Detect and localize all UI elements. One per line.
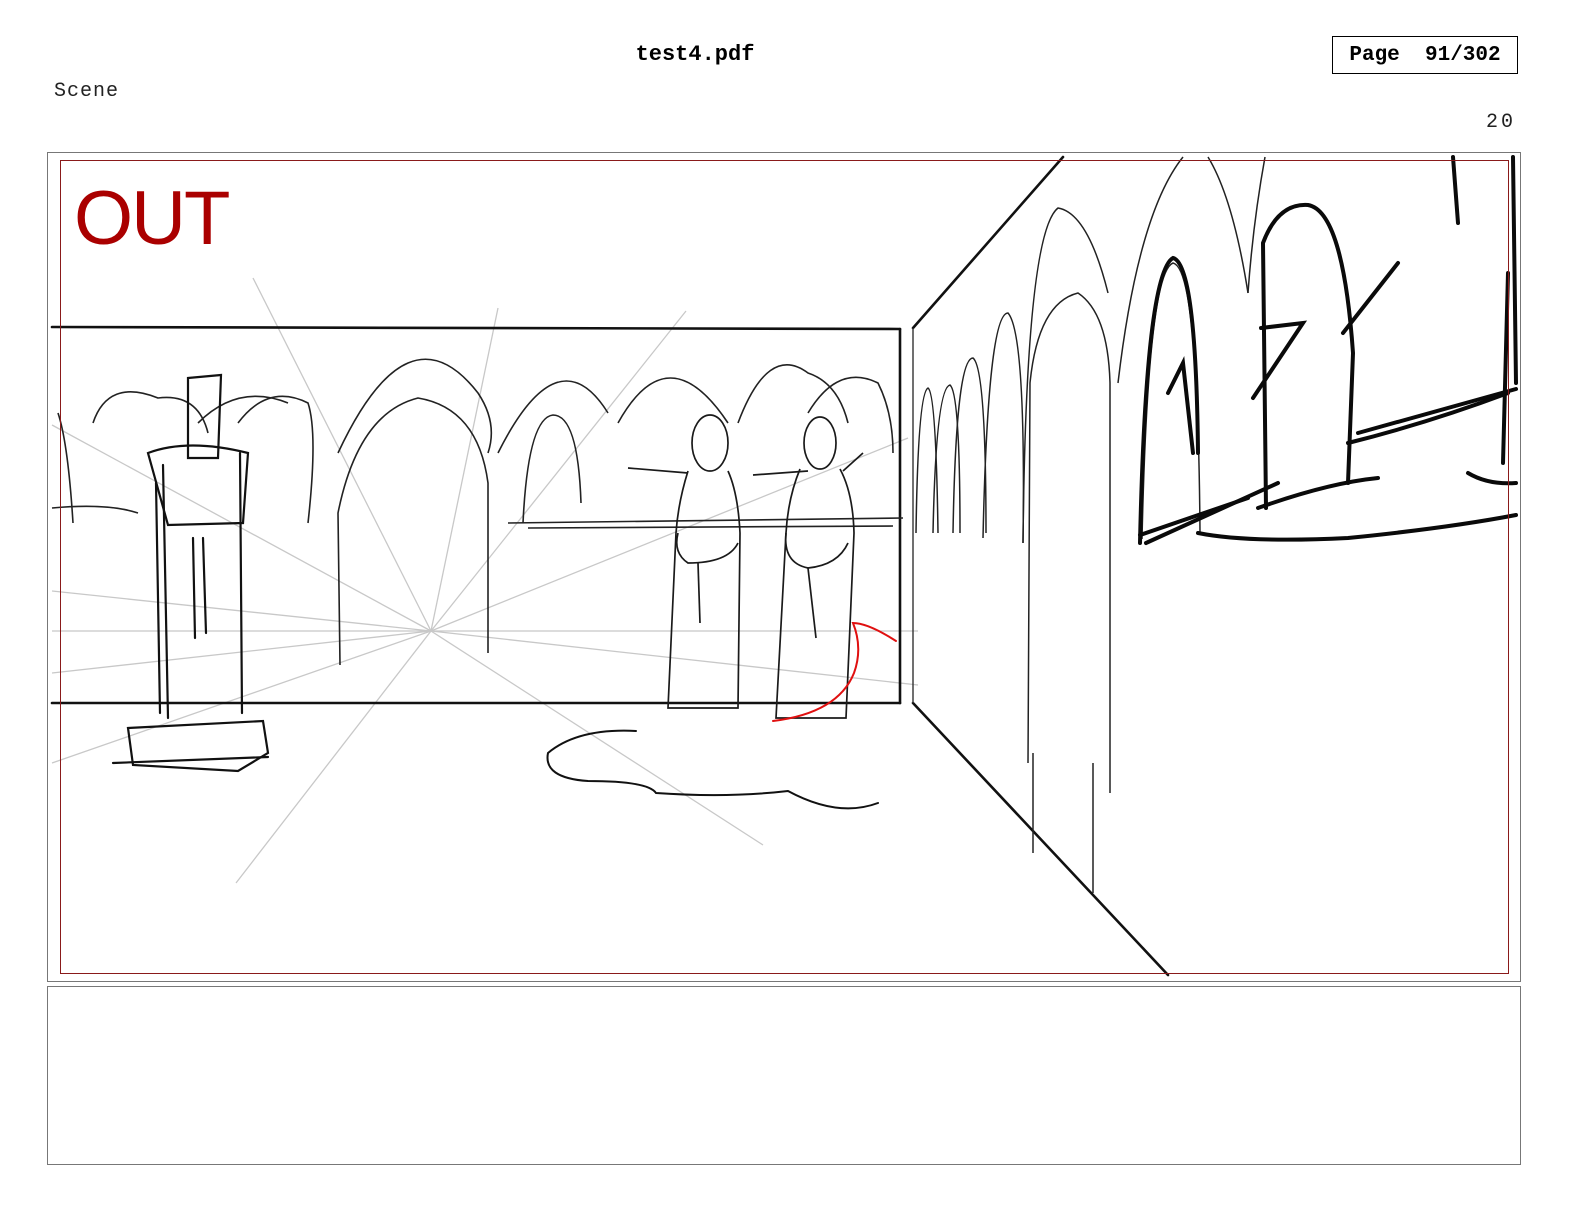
page-indicator: Page 91/302 [1332,36,1518,74]
storyboard-sketch [50,155,1518,977]
file-title: test4.pdf [635,42,755,67]
dialogue-notes-box[interactable] [47,986,1521,1165]
out-label: OUT [74,176,230,261]
panel-number: 20 [1485,111,1516,134]
scene-label: Scene [54,80,120,103]
storyboard-panel: OUT [47,152,1521,982]
